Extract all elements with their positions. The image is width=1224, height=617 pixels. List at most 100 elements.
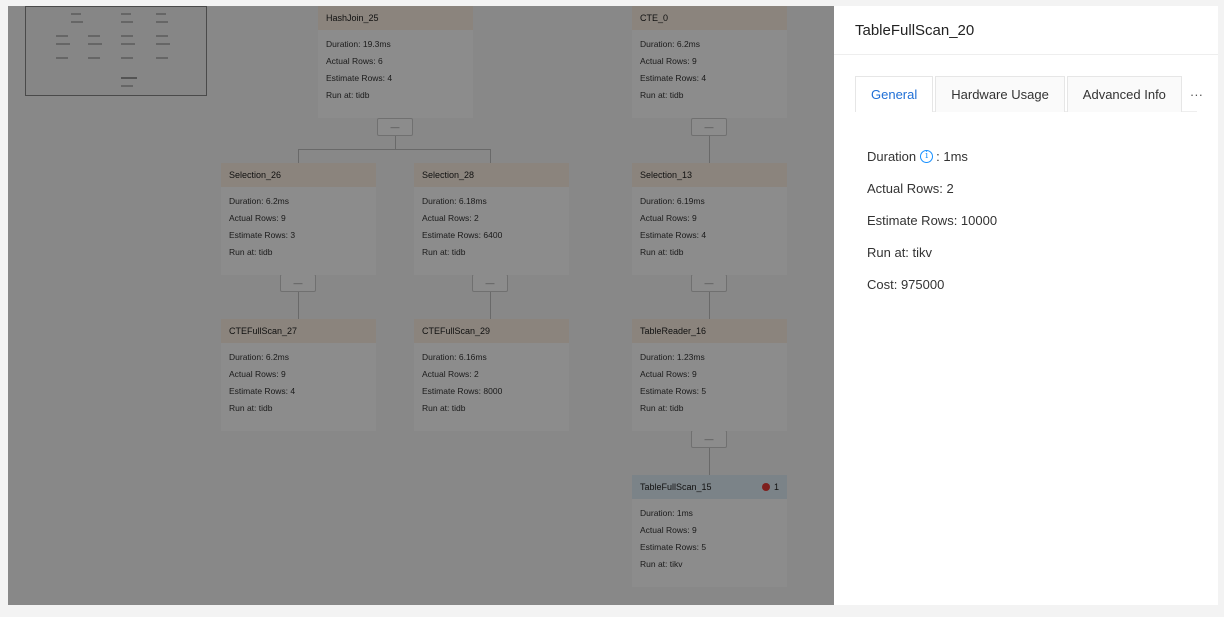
node-duration: Duration: 6.19ms: [640, 196, 705, 206]
plan-node[interactable]: HashJoin_25 Duration: 19.3ms Actual Rows…: [318, 6, 473, 118]
node-actual-rows: Actual Rows: 2: [422, 213, 479, 223]
node-body: Duration: 6.19ms Actual Rows: 9 Estimate…: [632, 187, 787, 275]
node-duration: Duration: 6.2ms: [229, 196, 289, 206]
node-header: Selection_13: [632, 163, 787, 187]
node-duration: Duration: 1ms: [640, 508, 693, 518]
plan-node[interactable]: CTEFullScan_27 Duration: 6.2ms Actual Ro…: [221, 319, 376, 431]
node-title: TableReader_16: [640, 326, 707, 336]
node-duration: Duration: 19.3ms: [326, 39, 391, 49]
node-estimate-rows: Estimate Rows: 6400: [422, 230, 503, 240]
collapse-button[interactable]: —: [691, 274, 727, 292]
node-estimate-rows: Estimate Rows: 5: [640, 542, 707, 552]
node-duration: Duration: 6.2ms: [640, 39, 700, 49]
node-title: Selection_28: [422, 170, 475, 180]
node-body: Duration: 1.23ms Actual Rows: 9 Estimate…: [632, 343, 787, 431]
node-header: Selection_28: [414, 163, 569, 187]
collapse-button[interactable]: —: [280, 274, 316, 292]
prop-duration: Duration i : 1ms: [867, 140, 997, 172]
detail-drawer: TableFullScan_20 General Hardware Usage …: [834, 6, 1218, 605]
collapse-button[interactable]: —: [691, 118, 727, 136]
plan-node[interactable]: Selection_26 Duration: 6.2ms Actual Rows…: [221, 163, 376, 275]
node-run-at: Run at: tidb: [229, 247, 273, 257]
node-header: Selection_26: [221, 163, 376, 187]
node-duration: Duration: 1.23ms: [640, 352, 705, 362]
node-body: Duration: 6.2ms Actual Rows: 9 Estimate …: [221, 343, 376, 431]
collapse-button[interactable]: —: [472, 274, 508, 292]
prop-run-at: Run at: tikv: [867, 244, 933, 260]
node-run-at: Run at: tidb: [229, 403, 273, 413]
tab-advanced-info[interactable]: Advanced Info: [1066, 76, 1182, 112]
plan-node-selected[interactable]: TableFullScan_15 1 Duration: 1ms Actual …: [632, 475, 787, 587]
info-icon[interactable]: i: [920, 149, 934, 163]
node-duration: Duration: 6.18ms: [422, 196, 487, 206]
node-actual-rows: Actual Rows: 9: [640, 525, 697, 535]
node-title: HashJoin_25: [326, 13, 379, 23]
node-title: Selection_26: [229, 170, 282, 180]
node-estimate-rows: Estimate Rows: 8000: [422, 386, 503, 396]
node-estimate-rows: Estimate Rows: 4: [640, 230, 707, 240]
node-actual-rows: Actual Rows: 9: [229, 369, 286, 379]
tab-hardware-usage[interactable]: Hardware Usage: [935, 76, 1065, 112]
duration-value: : 1ms: [936, 148, 968, 164]
node-run-at: Run at: tidb: [422, 247, 466, 257]
warning-badge[interactable]: 1: [761, 482, 779, 492]
node-run-at: Run at: tidb: [422, 403, 466, 413]
node-title: Selection_13: [640, 170, 693, 180]
node-header: CTEFullScan_29: [414, 319, 569, 343]
node-estimate-rows: Estimate Rows: 4: [326, 73, 393, 83]
prop-cost: Cost: 975000: [867, 276, 945, 292]
more-tabs-button[interactable]: ···: [1184, 76, 1209, 112]
node-run-at: Run at: tidb: [326, 90, 370, 100]
node-body: Duration: 6.18ms Actual Rows: 2 Estimate…: [414, 187, 569, 275]
tab-general[interactable]: General: [855, 76, 934, 112]
node-header: TableFullScan_15 1: [632, 475, 787, 499]
node-body: Duration: 19.3ms Actual Rows: 6 Estimate…: [318, 30, 473, 118]
prop-actual-rows: Actual Rows: 2: [867, 180, 954, 196]
node-run-at: Run at: tidb: [640, 90, 684, 100]
node-actual-rows: Actual Rows: 6: [326, 56, 383, 66]
node-actual-rows: Actual Rows: 9: [229, 213, 286, 223]
plan-node[interactable]: CTEFullScan_29 Duration: 6.16ms Actual R…: [414, 319, 569, 431]
node-header: CTEFullScan_27: [221, 319, 376, 343]
node-body: Duration: 6.16ms Actual Rows: 2 Estimate…: [414, 343, 569, 431]
node-duration: Duration: 6.16ms: [422, 352, 487, 362]
plan-node[interactable]: CTE_0 Duration: 6.2ms Actual Rows: 9 Est…: [632, 6, 787, 118]
plan-canvas[interactable]: — — — — — — HashJoin_25 Duration: 19.3ms…: [8, 6, 834, 605]
node-estimate-rows: Estimate Rows: 4: [640, 73, 707, 83]
node-duration: Duration: 6.2ms: [229, 352, 289, 362]
node-run-at: Run at: tidb: [640, 403, 684, 413]
node-run-at: Run at: tikv: [640, 559, 683, 569]
node-body: Duration: 6.2ms Actual Rows: 9 Estimate …: [632, 30, 787, 118]
node-title: CTE_0: [640, 13, 669, 23]
node-estimate-rows: Estimate Rows: 4: [229, 386, 296, 396]
node-header: CTE_0: [632, 6, 787, 30]
plan-node[interactable]: Selection_13 Duration: 6.19ms Actual Row…: [632, 163, 787, 275]
prop-estimate-rows: Estimate Rows: 10000: [867, 212, 998, 228]
properties-list: Duration i : 1ms Actual Rows: 2 Estimate…: [867, 140, 997, 300]
collapse-button[interactable]: —: [377, 118, 413, 136]
tab-bar: General Hardware Usage Advanced Info ···: [855, 76, 1203, 112]
node-run-at: Run at: tidb: [640, 247, 684, 257]
collapse-button[interactable]: —: [691, 430, 727, 448]
error-dot-icon: [761, 483, 770, 491]
divider: [834, 54, 1218, 55]
duration-label: Duration: [867, 148, 917, 164]
node-body: Duration: 6.2ms Actual Rows: 9 Estimate …: [221, 187, 376, 275]
node-title: CTEFullScan_27: [229, 326, 298, 336]
minimap[interactable]: [25, 6, 207, 96]
node-estimate-rows: Estimate Rows: 5: [640, 386, 707, 396]
warning-count: 1: [773, 482, 779, 492]
node-header: TableReader_16: [632, 319, 787, 343]
plan-node[interactable]: TableReader_16 Duration: 1.23ms Actual R…: [632, 319, 787, 431]
node-actual-rows: Actual Rows: 9: [640, 213, 697, 223]
node-estimate-rows: Estimate Rows: 3: [229, 230, 296, 240]
plan-node[interactable]: Selection_28 Duration: 6.18ms Actual Row…: [414, 163, 569, 275]
node-actual-rows: Actual Rows: 9: [640, 56, 697, 66]
node-body: Duration: 1ms Actual Rows: 9 Estimate Ro…: [632, 499, 787, 587]
node-title: CTEFullScan_29: [422, 326, 491, 336]
drawer-title: TableFullScan_20: [855, 22, 975, 39]
node-header: HashJoin_25: [318, 6, 473, 30]
node-actual-rows: Actual Rows: 9: [640, 369, 697, 379]
node-title: TableFullScan_15: [640, 482, 712, 492]
node-actual-rows: Actual Rows: 2: [422, 369, 479, 379]
